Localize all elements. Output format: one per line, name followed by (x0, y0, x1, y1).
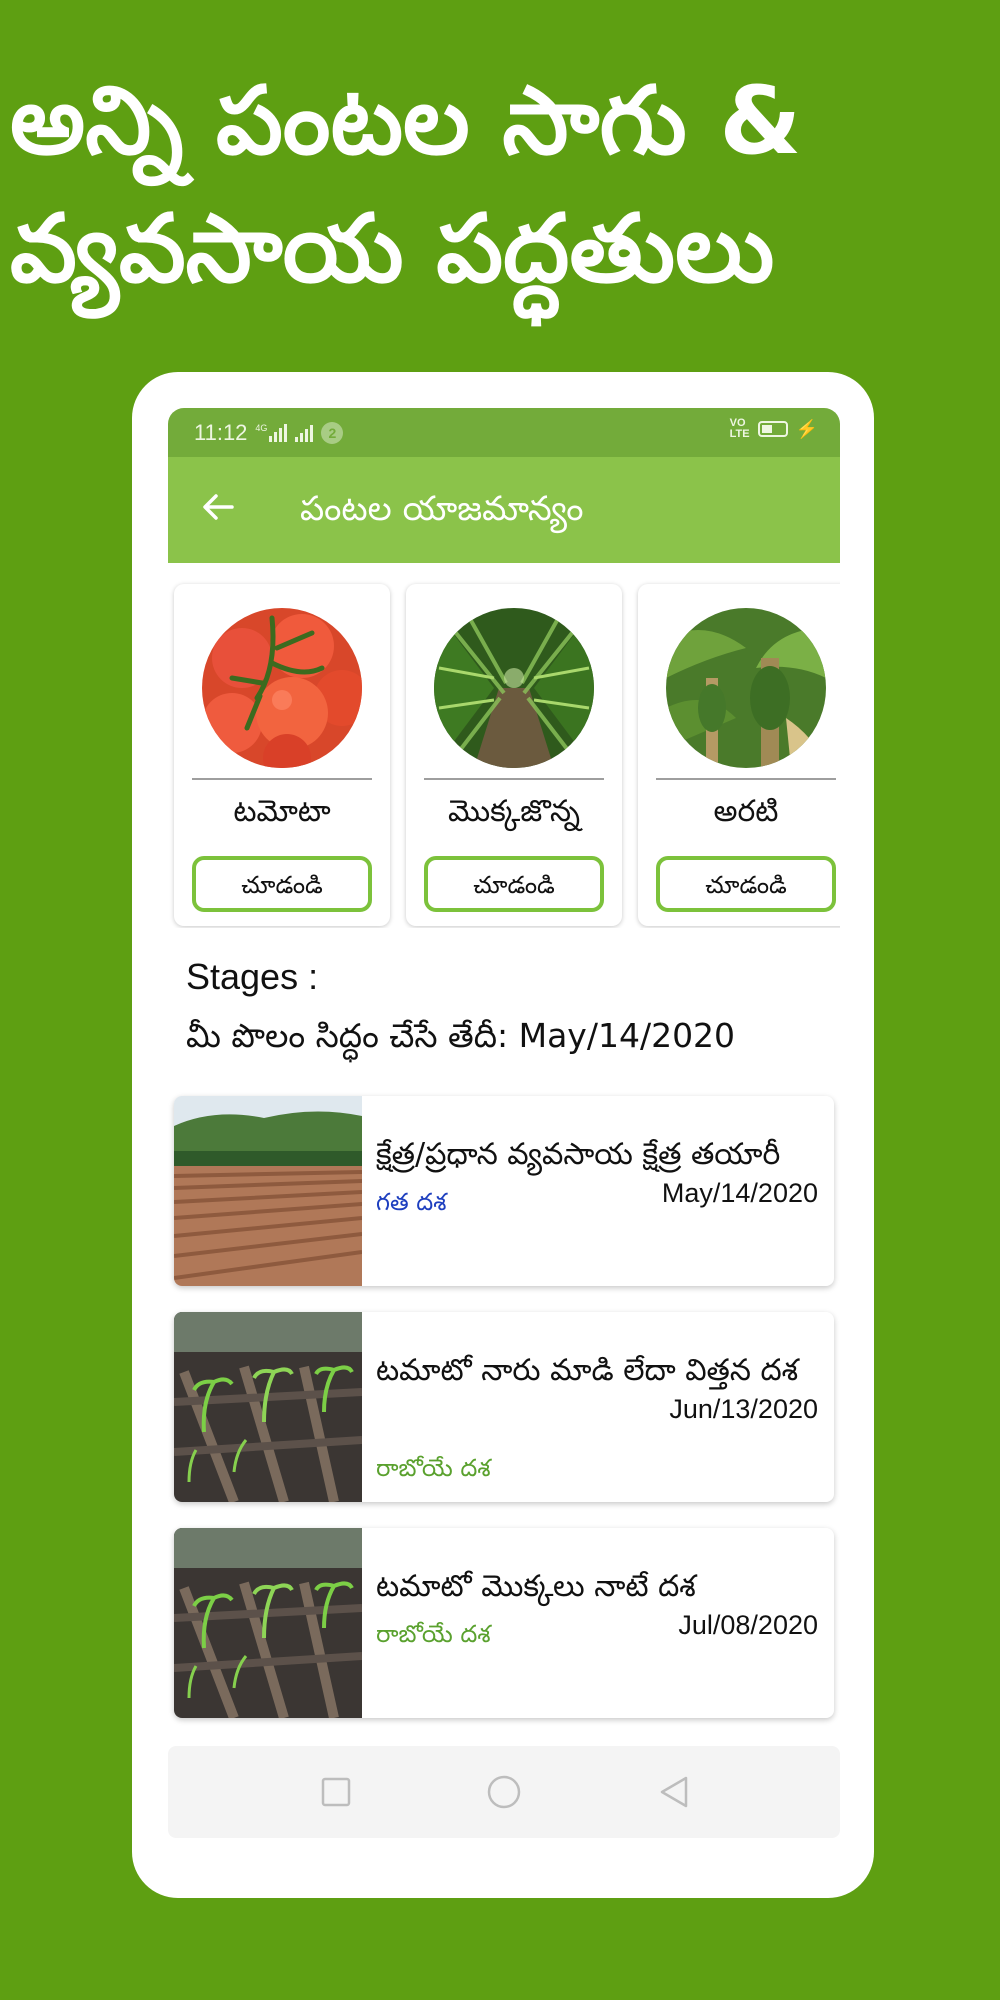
promo-headline: అన్ని పంటల సాగు & వ్యవసాయ పద్ధతులు (10, 58, 995, 314)
promo-headline-line1: అన్ని పంటల సాగు & (10, 67, 802, 176)
tomato-image (202, 608, 362, 768)
view-button[interactable]: చూడండి (192, 856, 372, 912)
stage-title: టమాటో మొక్కలు నాటే దశ (376, 1569, 696, 1604)
signal-icon (295, 424, 314, 442)
app-bar: పంటల యాజమాన్యం (168, 457, 840, 563)
seedlings-image (174, 1312, 362, 1502)
recents-square-icon[interactable] (318, 1774, 354, 1810)
banana-image (666, 608, 826, 768)
field-ready-date: మీ పొలం సిద్ధం చేసే తేదీ: May/14/2020 (186, 1016, 736, 1055)
phone-frame: 11:12 4G 2 VO LTE ⚡ పంటల యాజమాన్యం టమోటా… (132, 372, 874, 1898)
battery-icon (757, 421, 788, 437)
signal-4g-icon: 4G (255, 423, 288, 442)
stage-date: Jun/13/2020 (669, 1394, 818, 1424)
crop-name: టమోటా (233, 794, 331, 829)
maize-image (434, 608, 594, 768)
back-arrow-icon[interactable] (198, 487, 238, 527)
crop-name: అరటి (713, 794, 779, 829)
crop-name: మొక్కజొన్న (448, 794, 580, 829)
crop-card-banana[interactable]: అరటి చూడండి (638, 584, 840, 926)
stage-date: Jul/08/2020 (678, 1610, 818, 1640)
crop-card-maize[interactable]: మొక్కజొన్న చూడండి (406, 584, 622, 926)
stages-heading: Stages : (186, 956, 319, 997)
notification-count-badge: 2 (321, 422, 344, 444)
back-triangle-icon[interactable] (656, 1774, 692, 1810)
stage-status-badge: రాబోయే దశ (376, 1620, 491, 1648)
stage-title: టమాటో నారు మాడి లేదా విత్తన దశ (376, 1353, 799, 1388)
crop-card-tomato[interactable]: టమోటా చూడండి (174, 584, 390, 926)
stage-status-badge: గత దశ (376, 1188, 447, 1216)
view-button[interactable]: చూడండి (424, 856, 604, 912)
crop-carousel[interactable]: టమోటా చూడండి మొక్కజొన్న చూడండి అరటి చూడం… (168, 576, 840, 928)
home-circle-icon[interactable] (486, 1774, 522, 1810)
stage-card[interactable]: టమాటో నారు మాడి లేదా విత్తన దశ Jun/13/20… (174, 1312, 834, 1502)
system-nav-bar (168, 1746, 840, 1838)
status-time: 11:12 (194, 420, 248, 445)
seedlings-image (174, 1528, 362, 1718)
stage-status-badge: రాబోయే దశ (376, 1454, 491, 1482)
promo-headline-line2: వ్యవసాయ పద్ధతులు (10, 195, 775, 304)
app-bar-title: పంటల యాజమాన్యం (300, 489, 584, 529)
charging-icon: ⚡ (795, 418, 818, 439)
view-button[interactable]: చూడండి (656, 856, 836, 912)
stage-card[interactable]: క్షేత్ర/ప్రధాన వ్యవసాయ క్షేత్ర తయారీ May… (174, 1096, 834, 1286)
stage-date: May/14/2020 (661, 1178, 818, 1208)
status-bar: 11:12 4G 2 VO LTE ⚡ (168, 408, 840, 457)
phone-screen: 11:12 4G 2 VO LTE ⚡ పంటల యాజమాన్యం టమోటా… (168, 408, 840, 1860)
network-type: 4G (255, 423, 268, 433)
ploughed-field-image (174, 1096, 362, 1286)
stage-title: క్షేత్ర/ప్రధాన వ్యవసాయ క్షేత్ర తయారీ (376, 1137, 781, 1172)
stage-card[interactable]: టమాటో మొక్కలు నాటే దశ Jul/08/2020 రాబోయే… (174, 1528, 834, 1718)
volte-icon: VO LTE (729, 417, 750, 440)
